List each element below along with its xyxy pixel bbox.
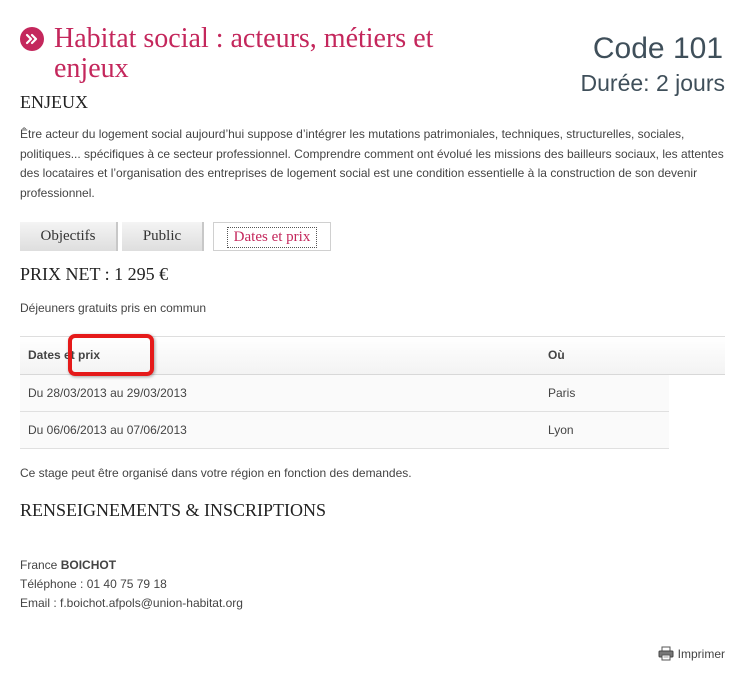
tab-dates-et-prix[interactable]: Dates et prix [213, 222, 331, 251]
table-row: Du 28/03/2013 au 29/03/2013 Paris [20, 375, 669, 412]
highlight-box [68, 334, 154, 376]
contact-name: France BOICHOT [20, 556, 243, 575]
contact-last-name: BOICHOT [60, 558, 117, 572]
contact-phone: Téléphone : 01 40 75 79 18 [20, 577, 167, 591]
course-code: Code 101 [592, 32, 723, 65]
dejeuners-note: Déjeuners gratuits pris en commun [20, 301, 207, 315]
tab-public[interactable]: Public [122, 222, 204, 251]
enjeux-heading: ENJEUX [20, 92, 88, 112]
renseignements-heading: RENSEIGNEMENTS & INSCRIPTIONS [20, 500, 327, 520]
print-button[interactable]: Imprimer [658, 646, 725, 661]
table-row: Du 06/06/2013 au 07/06/2013 Lyon [20, 412, 669, 449]
tab-bar: Objectifs Public Dates et prix [20, 222, 725, 252]
enjeux-paragraph: Être acteur du logement social aujourd’h… [20, 127, 724, 200]
row-dates: Du 06/06/2013 au 07/06/2013 [28, 423, 187, 437]
row-lieu: Paris [548, 386, 576, 400]
contact-first-name: France [20, 558, 61, 572]
print-label: Imprimer [677, 646, 725, 661]
header-lieu: Où [548, 348, 565, 362]
contact-email: Email : f.boichot.afpols@union-habitat.o… [20, 596, 243, 610]
stage-note: Ce stage peut être organisé dans votre r… [20, 466, 412, 480]
prix-net: PRIX NET : 1 295 € [20, 264, 169, 284]
row-lieu: Lyon [548, 423, 574, 437]
tab-dates-et-prix-label: Dates et prix [226, 227, 318, 248]
course-duration: Durée: 2 jours [580, 70, 725, 96]
page-title: Habitat social : acteurs, métiers et enj… [54, 23, 434, 84]
row-dates: Du 28/03/2013 au 29/03/2013 [28, 386, 187, 400]
printer-icon [658, 646, 674, 661]
arrow-circle-icon [20, 27, 44, 51]
contact-block: France BOICHOT Téléphone : 01 40 75 79 1… [20, 556, 243, 613]
tab-objectifs[interactable]: Objectifs [20, 222, 118, 251]
